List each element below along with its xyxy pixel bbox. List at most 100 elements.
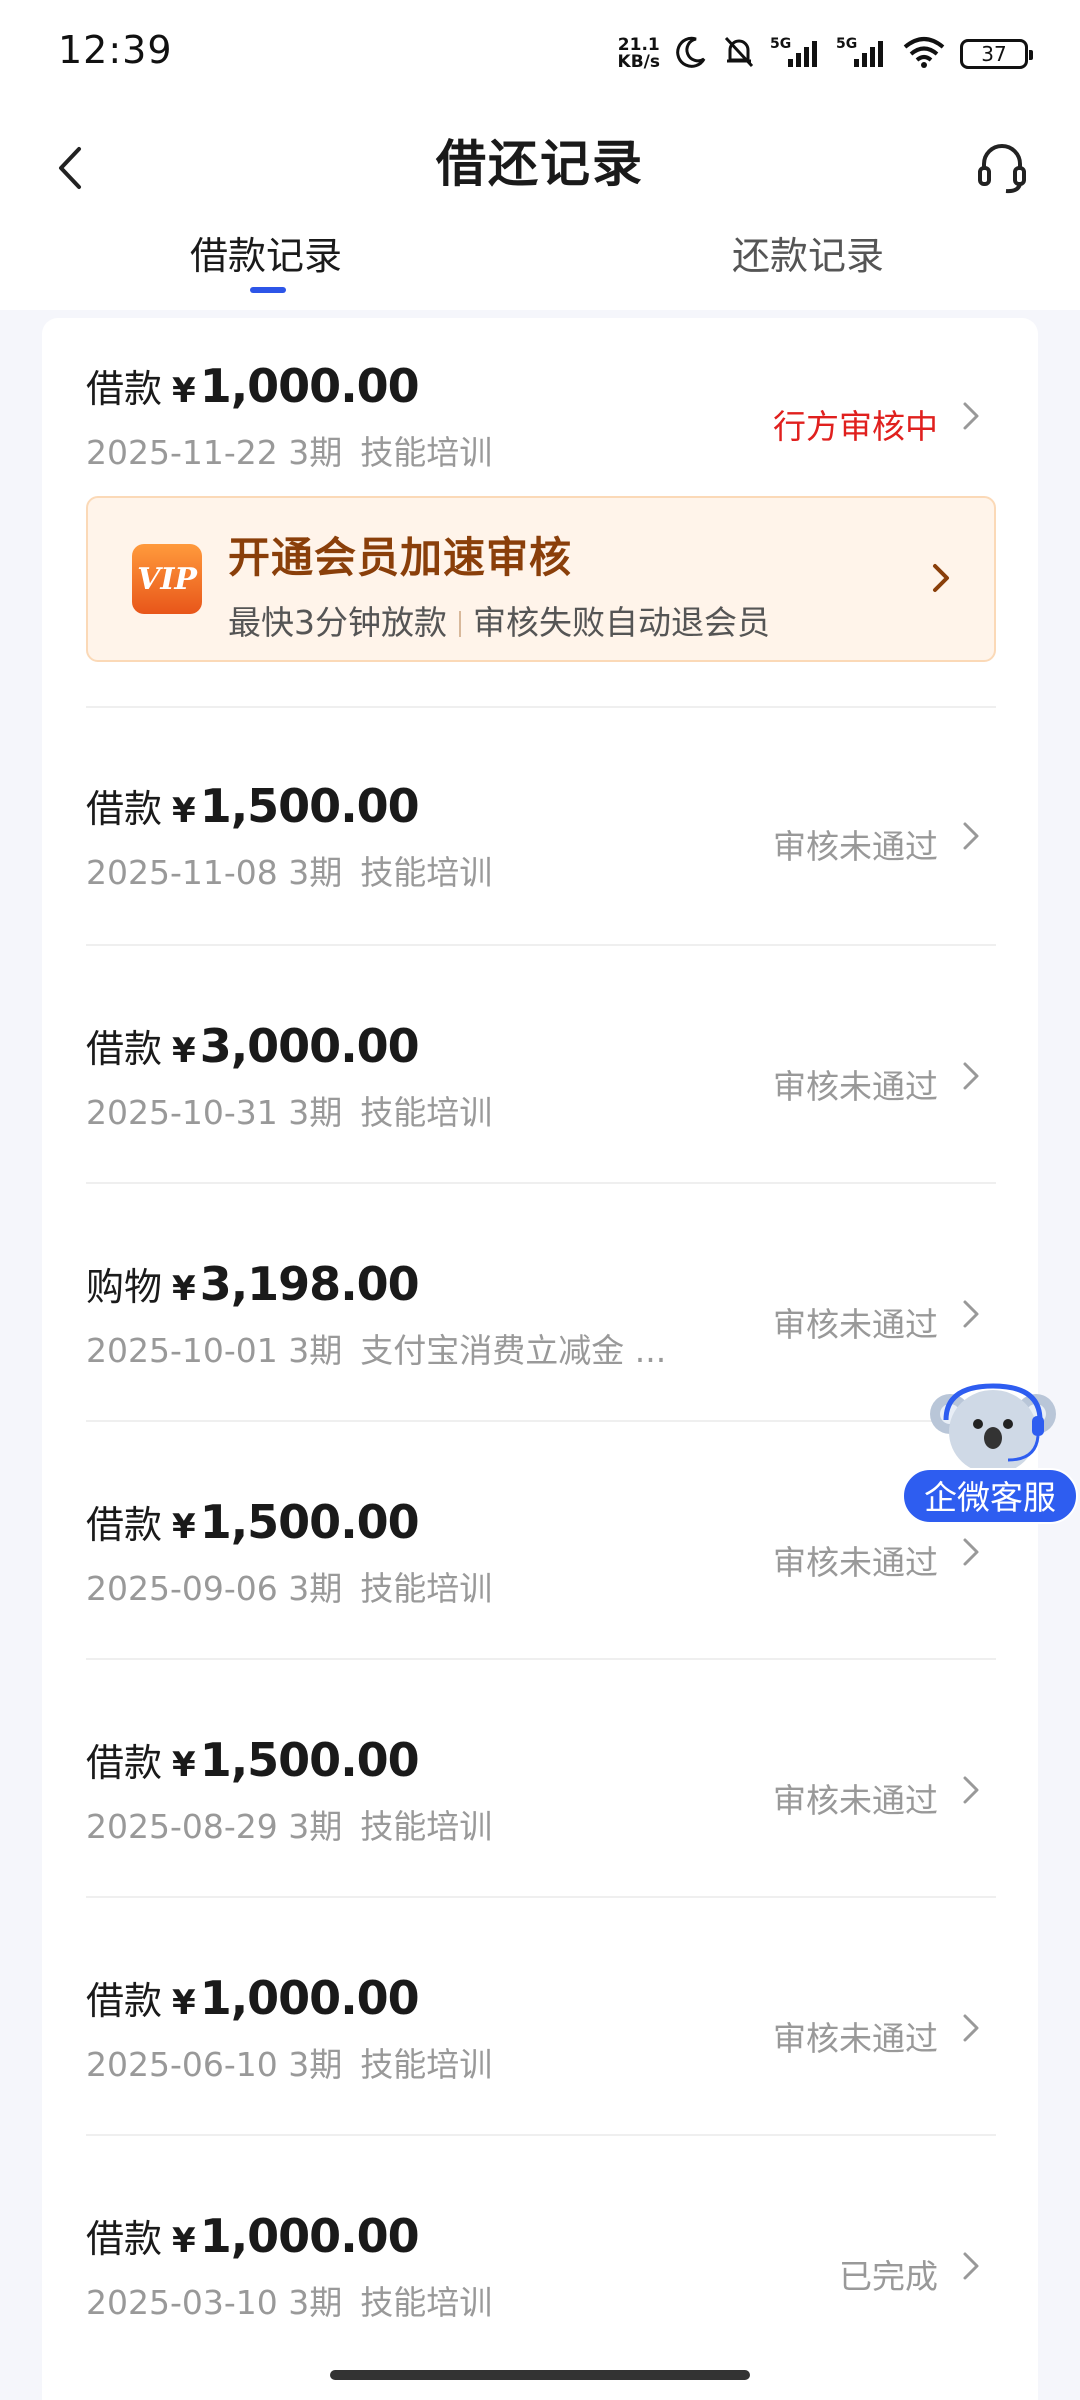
record-title: 借款 ¥1,000.00 — [86, 1970, 420, 2025]
record-item[interactable]: 借款 ¥1,500.00 2025-09-06 3期 技能培训 审核未通过 — [86, 1494, 996, 1608]
record-periods: 3期 — [288, 853, 343, 892]
record-periods: 3期 — [288, 1331, 343, 1370]
record-subtitle: 2025-11-22 3期 技能培训 — [86, 426, 492, 474]
record-kind: 借款 — [86, 1979, 163, 2023]
record-amount: 1,000.00 — [199, 2209, 420, 2263]
signal-5g-label-1: 5G — [770, 36, 791, 52]
divider — [86, 2134, 996, 2136]
vip-logo-icon: VIP — [132, 544, 202, 614]
record-subtitle: 2025-09-06 3期 技能培训 — [86, 1562, 492, 1610]
divider — [86, 1420, 996, 1422]
record-item[interactable]: 借款 ¥1,000.00 2025-06-10 3期 技能培训 审核未通过 — [86, 1970, 996, 2084]
page-title: 借还记录 — [436, 135, 644, 193]
chevron-right-icon — [956, 816, 986, 856]
record-currency: ¥ — [172, 1983, 196, 2023]
record-amount: 1,000.00 — [199, 359, 420, 413]
record-title: 借款 ¥1,500.00 — [86, 1494, 420, 1549]
record-date: 2025-11-08 — [86, 853, 278, 892]
record-amount: 1,500.00 — [199, 779, 420, 833]
wifi-icon — [902, 35, 946, 73]
record-purpose: 技能培训 — [360, 433, 493, 472]
record-item[interactable]: 借款 ¥1,000.00 2025-11-22 3期 技能培训 行方审核中 — [86, 358, 996, 472]
tab-bar: 借款记录 还款记录 — [0, 225, 1080, 310]
record-purpose: 技能培训 — [360, 2045, 493, 2084]
record-periods: 3期 — [288, 433, 343, 472]
record-kind: 借款 — [86, 367, 163, 411]
record-title: 借款 ¥3,000.00 — [86, 1018, 420, 1073]
record-subtitle: 2025-03-10 3期 技能培训 — [86, 2276, 492, 2324]
record-item[interactable]: 购物 ¥3,198.00 2025-10-01 3期 支付宝消费立减金 ... 审核… — [86, 1256, 996, 1370]
record-status: 审核未通过 — [773, 1781, 938, 1820]
record-amount: 1,000.00 — [199, 1971, 420, 2025]
divider — [86, 944, 996, 946]
record-date: 2025-10-31 — [86, 1093, 278, 1132]
record-currency: ¥ — [172, 2221, 196, 2261]
record-status: 审核未通过 — [773, 1067, 938, 1106]
active-tab-indicator — [250, 287, 286, 293]
divider — [86, 1896, 996, 1898]
chevron-right-icon — [956, 1056, 986, 1096]
vip-promo-banner[interactable]: VIP 开通会员加速审核 最快3分钟放款 审核失败自动退会员 — [86, 496, 996, 662]
record-status: 审核未通过 — [773, 827, 938, 866]
record-amount: 3,198.00 — [199, 1257, 420, 1311]
wecom-service-label: 企微客服 — [902, 1468, 1078, 1524]
record-title: 借款 ¥1,500.00 — [86, 778, 420, 833]
record-status: 行方审核中 — [773, 407, 938, 446]
record-purpose: 支付宝消费立减金 ... — [360, 1331, 667, 1370]
record-amount: 3,000.00 — [199, 1019, 420, 1073]
customer-service-button[interactable] — [962, 126, 1042, 206]
record-periods: 3期 — [288, 2283, 343, 2322]
record-currency: ¥ — [172, 791, 196, 831]
status-bar: 12:39 21.1 KB/s 5G 5G 37 — [0, 0, 1080, 110]
floating-wecom-service-button[interactable]: 企微客服 — [900, 1380, 1080, 1530]
record-title: 购物 ¥3,198.00 — [86, 1256, 420, 1311]
battery-indicator: 37 — [960, 39, 1033, 69]
records-card: 借款 ¥1,000.00 2025-11-22 3期 技能培训 行方审核中 VIP … — [42, 318, 1038, 2400]
record-item[interactable]: 借款 ¥1,500.00 2025-11-08 3期 技能培训 审核未通过 — [86, 778, 996, 892]
record-item[interactable]: 借款 ¥1,000.00 2025-03-10 3期 技能培训 已完成 — [86, 2208, 996, 2322]
record-status: 审核未通过 — [773, 1543, 938, 1582]
record-purpose: 技能培训 — [360, 853, 493, 892]
record-subtitle: 2025-06-10 3期 技能培训 — [86, 2038, 492, 2086]
chevron-right-icon — [956, 2008, 986, 2048]
tab-repay-records[interactable]: 还款记录 — [732, 225, 884, 280]
vip-separator — [459, 611, 461, 637]
record-subtitle: 2025-08-29 3期 技能培训 — [86, 1800, 492, 1848]
vip-title: 开通会员加速审核 — [228, 533, 573, 582]
record-status: 审核未通过 — [773, 1305, 938, 1344]
record-date: 2025-03-10 — [86, 2283, 278, 2322]
record-purpose: 技能培训 — [360, 2283, 493, 2322]
record-purpose: 技能培训 — [360, 1569, 493, 1608]
chevron-right-icon — [926, 558, 956, 598]
status-icons: 21.1 KB/s 5G 5G 37 — [618, 30, 1033, 78]
record-item[interactable]: 借款 ¥1,500.00 2025-08-29 3期 技能培训 审核未通过 — [86, 1732, 996, 1846]
record-date: 2025-10-01 — [86, 1331, 278, 1370]
record-currency: ¥ — [172, 1745, 196, 1785]
record-status: 已完成 — [839, 2257, 938, 2296]
record-title: 借款 ¥1,000.00 — [86, 358, 420, 413]
record-date: 2025-11-22 — [86, 433, 278, 472]
record-amount: 1,500.00 — [199, 1733, 420, 1787]
home-indicator[interactable] — [330, 2370, 750, 2380]
record-title: 借款 ¥1,500.00 — [86, 1732, 420, 1787]
record-kind: 购物 — [86, 1265, 163, 1309]
tab-borrow-records[interactable]: 借款记录 — [190, 225, 342, 280]
divider — [86, 1182, 996, 1184]
record-item[interactable]: 借款 ¥3,000.00 2025-10-31 3期 技能培训 审核未通过 — [86, 1018, 996, 1132]
divider — [86, 706, 996, 708]
signal-5g-label-2: 5G — [836, 36, 857, 52]
record-periods: 3期 — [288, 1569, 343, 1608]
vip-sub-left: 最快3分钟放款 — [228, 603, 447, 642]
record-subtitle: 2025-10-01 3期 支付宝消费立减金 ... — [86, 1324, 666, 1372]
record-kind: 借款 — [86, 1503, 163, 1547]
record-periods: 3期 — [288, 1093, 343, 1132]
nav-bar: 借还记录 借款记录 还款记录 — [0, 110, 1080, 310]
record-purpose: 技能培训 — [360, 1807, 493, 1846]
record-periods: 3期 — [288, 2045, 343, 2084]
headset-icon — [978, 144, 1026, 194]
net-speed-unit: KB/s — [617, 52, 660, 72]
net-speed: 21.1 KB/s — [618, 37, 660, 71]
record-kind: 借款 — [86, 2217, 163, 2261]
chevron-right-icon — [956, 2246, 986, 2286]
record-kind: 借款 — [86, 1741, 163, 1785]
